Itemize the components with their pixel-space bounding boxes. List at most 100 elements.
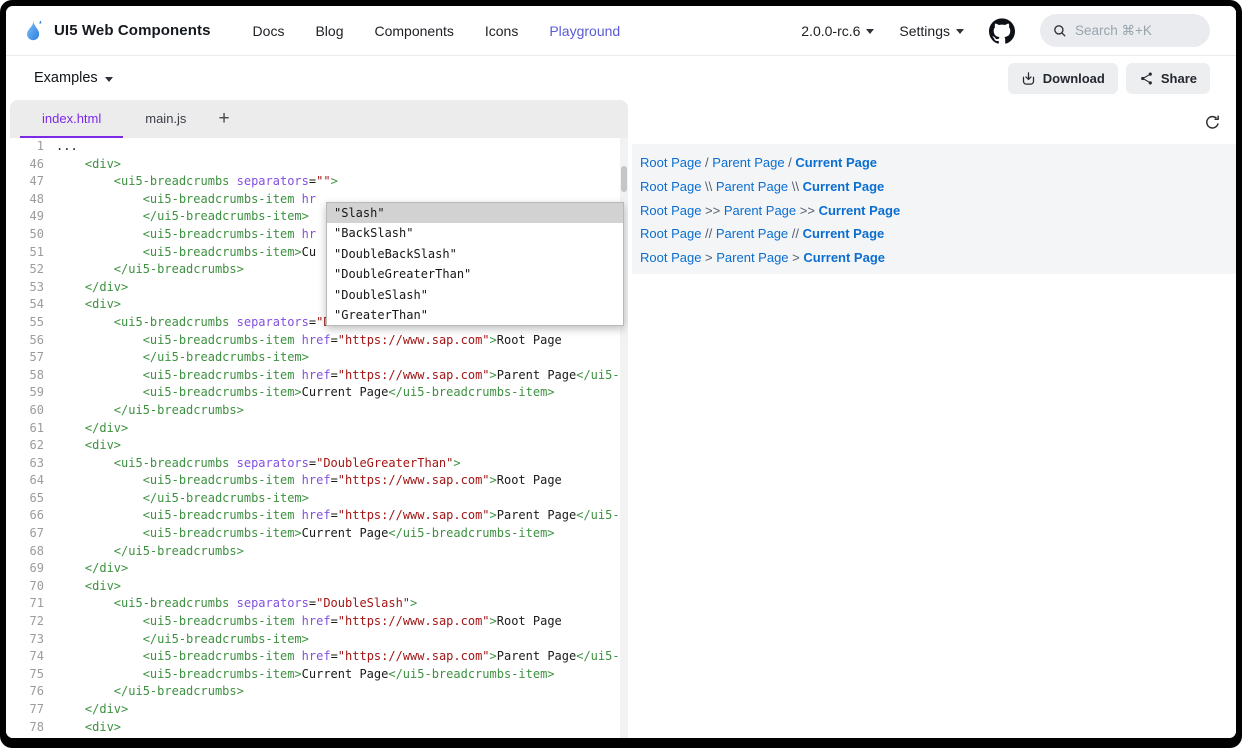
code-line[interactable]: 70 <div>: [10, 578, 620, 596]
github-icon: [989, 18, 1015, 44]
code-token: href: [302, 614, 331, 628]
line-number: 74: [10, 648, 44, 666]
code-token: Current Page: [302, 385, 389, 399]
code-line[interactable]: 77 </div>: [10, 701, 620, 719]
breadcrumb-link[interactable]: Root Page: [640, 226, 701, 241]
autocomplete-item-2[interactable]: "DoubleBackSlash": [327, 244, 623, 264]
breadcrumb-separator: \\: [701, 179, 715, 194]
code-line[interactable]: 69 </div>: [10, 560, 620, 578]
code-token: <ui5-breadcrumbs-item: [143, 649, 295, 663]
code-token: </div>: [85, 421, 128, 435]
code-token: </ui5-breadcrumbs>: [114, 403, 244, 417]
version-dropdown[interactable]: 2.0.0-rc.6: [801, 23, 874, 39]
breadcrumb-link[interactable]: Root Page: [640, 155, 701, 170]
line-number: 54: [10, 296, 44, 314]
code-line[interactable]: 59 <ui5-breadcrumbs-item>Current Page</u…: [10, 384, 620, 402]
code-token: <ui5-breadcrumbs-item: [143, 333, 295, 347]
code-token: >: [490, 473, 497, 487]
tab-index.html[interactable]: index.html: [20, 100, 123, 138]
github-link[interactable]: [989, 18, 1015, 44]
toolbar-actions: Download Share: [1008, 63, 1210, 94]
line-number: 49: [10, 208, 44, 226]
editor-scrollbar-thumb[interactable]: [621, 166, 627, 192]
new-tab-button[interactable]: +: [208, 100, 239, 138]
code-editor-pane: index.htmlmain.js + 1...46 <div>47 <ui5-…: [10, 100, 628, 738]
autocomplete-item-1[interactable]: "BackSlash": [327, 223, 623, 243]
code-token: =: [331, 649, 338, 663]
code-line[interactable]: 46 <div>: [10, 156, 620, 174]
search-box[interactable]: [1040, 14, 1210, 47]
refresh-icon[interactable]: [1204, 114, 1221, 131]
download-button[interactable]: Download: [1008, 63, 1118, 94]
header-right: 2.0.0-rc.6 Settings: [801, 14, 1210, 47]
code-token: =: [331, 614, 338, 628]
breadcrumb-link[interactable]: Parent Page: [716, 179, 788, 194]
share-button[interactable]: Share: [1126, 63, 1210, 94]
settings-dropdown[interactable]: Settings: [899, 23, 964, 39]
autocomplete-item-0[interactable]: "Slash": [327, 203, 623, 223]
autocomplete-item-3[interactable]: "DoubleGreaterThan": [327, 264, 623, 284]
code-line[interactable]: 62 <div>: [10, 437, 620, 455]
code-token: hr: [302, 227, 316, 241]
code-line[interactable]: 74 <ui5-breadcrumbs-item href="https://w…: [10, 648, 620, 666]
brand[interactable]: UI5 Web Components: [20, 18, 211, 44]
code-token: <ui5-breadcrumbs-item>: [143, 245, 302, 259]
code-line[interactable]: 63 <ui5-breadcrumbs separators="DoubleGr…: [10, 455, 620, 473]
code-line[interactable]: 67 <ui5-breadcrumbs-item>Current Page</u…: [10, 525, 620, 543]
autocomplete-item-5[interactable]: "GreaterThan": [327, 305, 623, 325]
nav-item-playground[interactable]: Playground: [549, 23, 620, 39]
download-icon: [1021, 71, 1036, 86]
code-line[interactable]: 58 <ui5-breadcrumbs-item href="https://w…: [10, 367, 620, 385]
code-text: </div>: [56, 702, 128, 716]
code-token: "https://www.sap.com": [338, 333, 490, 347]
line-number: 59: [10, 384, 44, 402]
breadcrumb-link[interactable]: Parent Page: [716, 226, 788, 241]
playground-main: index.htmlmain.js + 1...46 <div>47 <ui5-…: [6, 100, 1236, 738]
breadcrumb-link[interactable]: Root Page: [640, 203, 701, 218]
code-line[interactable]: 78 <div>: [10, 719, 620, 737]
code-line[interactable]: 64 <ui5-breadcrumbs-item href="https://w…: [10, 472, 620, 490]
code-line[interactable]: 1...: [10, 138, 620, 156]
code-line[interactable]: 60 </ui5-breadcrumbs>: [10, 402, 620, 420]
examples-dropdown[interactable]: Examples: [34, 70, 113, 86]
line-number: 69: [10, 560, 44, 578]
search-input[interactable]: [1075, 23, 1198, 38]
code-line[interactable]: 72 <ui5-breadcrumbs-item href="https://w…: [10, 613, 620, 631]
code-line[interactable]: 65 </ui5-breadcrumbs-item>: [10, 490, 620, 508]
settings-label: Settings: [899, 23, 950, 39]
share-label: Share: [1161, 71, 1197, 86]
autocomplete-item-4[interactable]: "DoubleSlash": [327, 285, 623, 305]
nav-item-components[interactable]: Components: [374, 23, 453, 39]
code-text: <ui5-breadcrumbs-item hr: [56, 192, 316, 206]
code-line[interactable]: 66 <ui5-breadcrumbs-item href="https://w…: [10, 507, 620, 525]
code-text: <ui5-breadcrumbs-item>Current Page</ui5-…: [56, 385, 555, 399]
breadcrumb-current: Current Page: [803, 250, 885, 265]
code-line[interactable]: 47 <ui5-breadcrumbs separators="">: [10, 173, 620, 191]
breadcrumb-row: Root Page // Parent Page // Current Page: [640, 222, 1226, 246]
code-line[interactable]: 61 </div>: [10, 420, 620, 438]
code-text: </ui5-breadcrumbs-item>: [56, 491, 309, 505]
code-line[interactable]: 76 </ui5-breadcrumbs>: [10, 683, 620, 701]
breadcrumb-link[interactable]: Root Page: [640, 179, 701, 194]
code-token: >: [410, 596, 417, 610]
code-line[interactable]: 57 </ui5-breadcrumbs-item>: [10, 349, 620, 367]
code-line[interactable]: 75 <ui5-breadcrumbs-item>Current Page</u…: [10, 666, 620, 684]
breadcrumb-link[interactable]: Parent Page: [712, 155, 784, 170]
nav-item-blog[interactable]: Blog: [315, 23, 343, 39]
breadcrumb-link[interactable]: Root Page: [640, 250, 701, 265]
code-token: >: [490, 649, 497, 663]
breadcrumb-link[interactable]: Parent Page: [724, 203, 796, 218]
nav-item-icons[interactable]: Icons: [485, 23, 518, 39]
code-token: "DoubleSlash": [316, 596, 410, 610]
code-line[interactable]: 71 <ui5-breadcrumbs separators="DoubleSl…: [10, 595, 620, 613]
line-number: 1: [10, 138, 44, 156]
code-token: <ui5-breadcrumbs: [114, 456, 230, 470]
breadcrumb-current: Current Page: [803, 226, 885, 241]
code-token: <ui5-breadcrumbs: [114, 596, 230, 610]
nav-item-docs[interactable]: Docs: [253, 23, 285, 39]
breadcrumb-link[interactable]: Parent Page: [716, 250, 788, 265]
code-line[interactable]: 56 <ui5-breadcrumbs-item href="https://w…: [10, 332, 620, 350]
code-line[interactable]: 73 </ui5-breadcrumbs-item>: [10, 631, 620, 649]
tab-main.js[interactable]: main.js: [123, 100, 208, 138]
code-line[interactable]: 68 </ui5-breadcrumbs>: [10, 543, 620, 561]
